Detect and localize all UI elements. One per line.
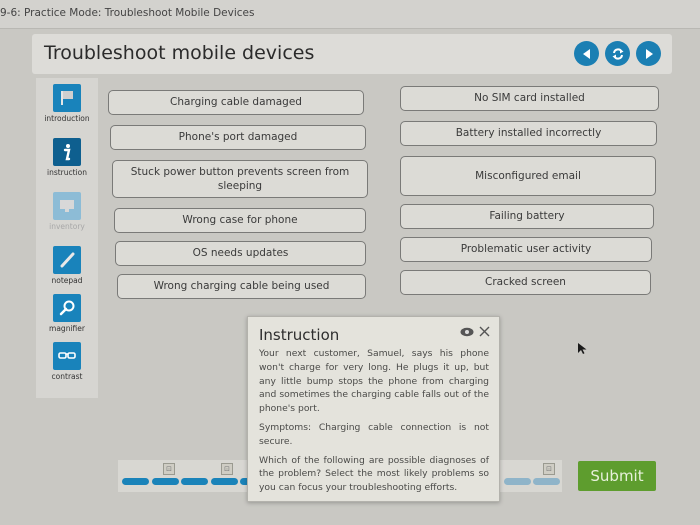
- progress-segment-pending: [504, 478, 531, 485]
- page-header: Troubleshoot mobile devices: [32, 34, 672, 74]
- next-button[interactable]: [636, 41, 661, 66]
- popup-title: Instruction: [259, 326, 340, 344]
- option-os-needs-updates[interactable]: OS needs updates: [115, 241, 366, 266]
- option-battery-installed-incorrectly[interactable]: Battery installed incorrectly: [400, 121, 657, 146]
- option-charging-cable-damaged[interactable]: Charging cable damaged: [108, 90, 364, 115]
- tool-label: instruction: [46, 168, 87, 177]
- chevron-left-icon: [582, 48, 590, 59]
- pencil-icon: [60, 252, 75, 268]
- tool-label: introduction: [44, 114, 90, 123]
- tool-label: contrast: [51, 372, 83, 381]
- tool-inventory: inventory: [36, 192, 98, 231]
- checkpoint-icon[interactable]: ⊡: [221, 463, 233, 475]
- submit-button[interactable]: Submit: [578, 461, 656, 491]
- progress-segment: [122, 478, 149, 485]
- progress-segment: [211, 478, 238, 485]
- magnifier-icon: [59, 300, 75, 316]
- popup-body: Your next customer, Samuel, says his pho…: [259, 347, 489, 500]
- info-icon: [63, 144, 71, 161]
- tool-label: notepad: [51, 276, 83, 285]
- option-wrong-charging-cable[interactable]: Wrong charging cable being used: [117, 274, 366, 299]
- instruction-popup: Instruction Your next customer, Samuel, …: [247, 316, 500, 502]
- tool-contrast[interactable]: contrast: [36, 342, 98, 381]
- option-wrong-case[interactable]: Wrong case for phone: [114, 208, 366, 233]
- breadcrumb: 9-6: Practice Mode: Troubleshoot Mobile …: [0, 7, 255, 19]
- glasses-icon: [58, 352, 76, 359]
- option-phones-port-damaged[interactable]: Phone's port damaged: [110, 125, 366, 150]
- tool-sidebar: introduction instruction inventory notep…: [36, 78, 98, 398]
- option-no-sim-card[interactable]: No SIM card installed: [400, 86, 659, 111]
- monitor-icon: [60, 200, 74, 212]
- option-misconfigured-email[interactable]: Misconfigured email: [400, 156, 656, 196]
- progress-segment: [152, 478, 179, 485]
- option-cracked-screen[interactable]: Cracked screen: [400, 270, 651, 295]
- tool-introduction[interactable]: introduction: [36, 84, 98, 123]
- option-stuck-power-button[interactable]: Stuck power button prevents screen from …: [112, 160, 368, 198]
- chevron-right-icon: [645, 48, 653, 59]
- progress-track-right: ⊡: [498, 460, 562, 492]
- option-failing-battery[interactable]: Failing battery: [400, 204, 654, 229]
- tool-label: magnifier: [49, 324, 85, 333]
- progress-track-left: ⊡ ⊡: [118, 460, 250, 492]
- refresh-icon: [612, 47, 623, 60]
- option-problematic-user-activity[interactable]: Problematic user activity: [400, 237, 652, 262]
- page-title: Troubleshoot mobile devices: [44, 42, 315, 64]
- progress-segment: [181, 478, 208, 485]
- scenario-text: Your next customer, Samuel, says his pho…: [259, 348, 489, 415]
- question-text: Which of the following are possible diag…: [259, 454, 489, 494]
- tool-instruction[interactable]: instruction: [36, 138, 98, 177]
- title-bar: 9-6: Practice Mode: Troubleshoot Mobile …: [0, 0, 700, 29]
- checkpoint-icon[interactable]: ⊡: [543, 463, 555, 475]
- checkpoint-icon[interactable]: ⊡: [163, 463, 175, 475]
- tool-magnifier[interactable]: magnifier: [36, 294, 98, 333]
- reset-button[interactable]: [605, 41, 630, 66]
- previous-button[interactable]: [574, 41, 599, 66]
- tool-notepad[interactable]: notepad: [36, 246, 98, 285]
- progress-segment-pending: [533, 478, 560, 485]
- mouse-cursor-icon: [578, 343, 587, 354]
- flag-icon: [61, 91, 73, 105]
- eye-icon[interactable]: [460, 327, 474, 337]
- tool-label: inventory: [49, 222, 85, 231]
- symptoms-text: Symptoms: Charging cable connection is n…: [259, 421, 489, 447]
- close-icon[interactable]: [479, 326, 490, 337]
